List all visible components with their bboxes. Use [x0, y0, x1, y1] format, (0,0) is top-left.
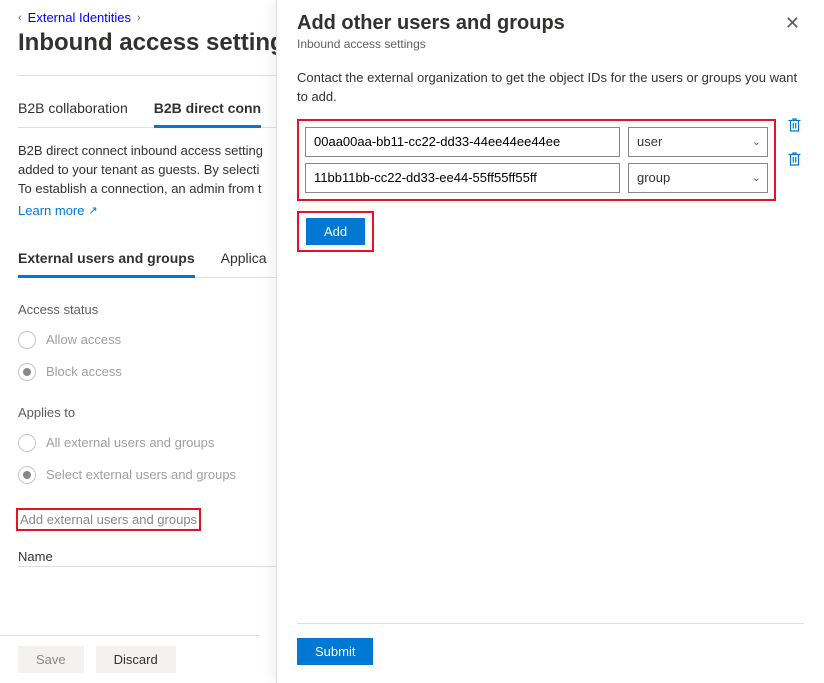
panel-description: Contact the external organization to get…: [297, 69, 804, 107]
save-button[interactable]: Save: [18, 646, 84, 673]
trash-icon[interactable]: [784, 149, 804, 169]
object-row: user ⌄: [305, 127, 768, 157]
object-type-select[interactable]: group ⌄: [628, 163, 768, 193]
object-id-input[interactable]: [305, 163, 620, 193]
submit-button[interactable]: Submit: [297, 638, 373, 665]
chevron-down-icon: ⌄: [752, 171, 761, 184]
chevron-right-icon: ›: [137, 12, 141, 24]
object-id-input[interactable]: [305, 127, 620, 157]
discard-button[interactable]: Discard: [96, 646, 176, 673]
chevron-down-icon: ⌄: [752, 135, 761, 148]
breadcrumb-link[interactable]: External Identities: [28, 10, 131, 25]
panel-title: Add other users and groups: [297, 12, 565, 35]
close-icon[interactable]: ✕: [781, 12, 804, 34]
tab-b2b-direct-connect[interactable]: B2B direct conn: [154, 90, 261, 128]
external-link-icon: ↗: [88, 204, 97, 217]
chevron-left-icon: ‹: [18, 12, 22, 24]
tab-b2b-collaboration[interactable]: B2B collaboration: [18, 90, 128, 127]
tab-applications[interactable]: Applica: [221, 240, 267, 277]
add-button[interactable]: Add: [306, 218, 365, 245]
object-type-select[interactable]: user ⌄: [628, 127, 768, 157]
panel-subtitle: Inbound access settings: [297, 37, 565, 51]
tab-external-users-groups[interactable]: External users and groups: [18, 240, 195, 278]
learn-more-link[interactable]: Learn more ↗: [18, 203, 98, 218]
add-users-groups-panel: Add other users and groups Inbound acces…: [276, 0, 824, 683]
add-external-users-link[interactable]: Add external users and groups: [20, 512, 197, 527]
footer-bar: Save Discard: [0, 635, 260, 683]
trash-icon[interactable]: [784, 115, 804, 135]
object-row: group ⌄: [305, 163, 768, 193]
